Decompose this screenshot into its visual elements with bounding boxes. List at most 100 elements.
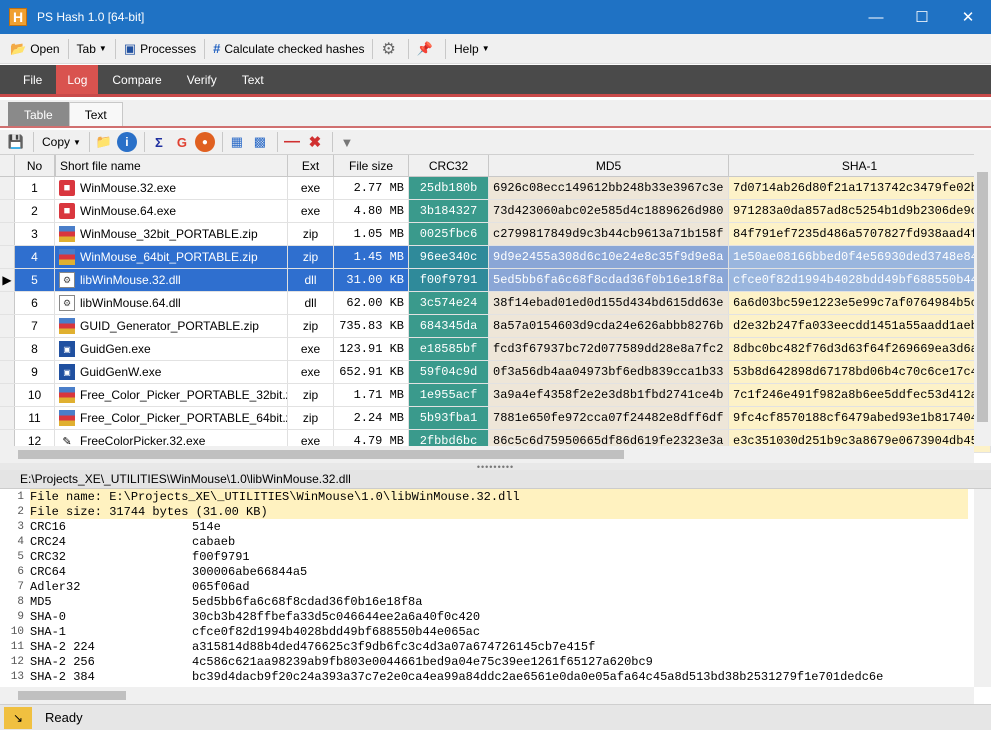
toolbar-separator: [221, 132, 223, 152]
grid-select-none-icon[interactable]: ▩: [250, 132, 270, 152]
sub-tabs: Table Text: [0, 100, 991, 128]
google-icon[interactable]: G: [172, 132, 192, 152]
cell-sha1: 1e50ae08166bbed0f4e56930ded3748e84: [729, 246, 991, 268]
exe-file-icon: ■: [59, 203, 75, 219]
table-row[interactable]: 2 ■ WinMouse.64.exe exe 4.80 MB 3b184327 …: [0, 200, 991, 223]
help-menu-button[interactable]: Help ▼: [450, 37, 494, 61]
scroll-thumb[interactable]: [977, 172, 988, 422]
line-number: 4: [17, 535, 24, 548]
table-horizontal-scrollbar[interactable]: [0, 446, 974, 463]
toolbar-separator: [372, 38, 374, 59]
tab-menu-button[interactable]: Tab ▼: [73, 37, 111, 61]
tab-text[interactable]: Text: [231, 65, 275, 94]
log-horizontal-scrollbar[interactable]: [0, 687, 974, 704]
table-row[interactable]: 9 ▣ GuidGenW.exe exe 652.91 KB 59f04c9d 0…: [0, 361, 991, 384]
calculate-label: Calculate checked hashes: [224, 41, 365, 56]
pane-splitter[interactable]: •••••••••: [0, 462, 991, 472]
tab-log[interactable]: Log: [56, 65, 99, 94]
calculate-hashes-button[interactable]: # Calculate checked hashes: [209, 37, 368, 61]
line-number: 7: [17, 580, 24, 593]
copy-menu-button[interactable]: Copy ▼: [38, 135, 85, 149]
header-short-file-name[interactable]: Short file name: [55, 155, 288, 176]
maximize-button[interactable]: ☐: [899, 0, 945, 34]
header-crc32[interactable]: CRC32: [409, 155, 489, 176]
cell-no: 8: [15, 338, 55, 360]
cell-md5: 38f14ebad01ed0d155d434bd615dd63e: [489, 292, 729, 314]
cell-sha1: 7c1f246e491f982a8b6ee5ddfec53d412a: [729, 384, 991, 406]
row-indicator: [0, 384, 15, 406]
info-icon[interactable]: i: [116, 132, 137, 152]
tab-file[interactable]: File: [12, 65, 53, 94]
cell-no: 9: [15, 361, 55, 383]
log-line: 10 SHA-1 cfce0f82d1994b4028bdd49bf688550b4…: [0, 624, 974, 639]
subtab-text[interactable]: Text: [68, 102, 123, 126]
grid-select-all-icon[interactable]: ▦: [227, 132, 247, 152]
table-row[interactable]: 11 Free_Color_Picker_PORTABLE_64bit.zip …: [0, 407, 991, 430]
cell-name: Free_Color_Picker_PORTABLE_32bit.zip: [55, 384, 288, 406]
header-file-size[interactable]: File size: [334, 155, 409, 176]
cell-name: ⚙ libWinMouse.64.dll: [55, 292, 288, 314]
close-button[interactable]: ✕: [945, 0, 991, 34]
cell-name: ▣ GuidGen.exe: [55, 338, 288, 360]
sigma-icon[interactable]: Σ: [149, 132, 169, 152]
log-value: 30cb3b428ffbefa33d5c046644ee2a6a40f0c420: [192, 609, 481, 624]
row-indicator: [0, 223, 15, 245]
processes-label: Processes: [140, 41, 197, 56]
table-row[interactable]: 3 WinMouse_32bit_PORTABLE.zip zip 1.05 M…: [0, 223, 991, 246]
header-sha1[interactable]: SHA-1: [729, 155, 991, 176]
log-key: Adler32: [30, 579, 81, 594]
log-key: CRC16: [30, 519, 67, 534]
table-row-selected[interactable]: ▶ 5 ⚙ libWinMouse.32.dll dll 31.00 KB f00…: [0, 269, 991, 292]
table-row[interactable]: 7 GUID_Generator_PORTABLE.zip zip 735.83…: [0, 315, 991, 338]
table-row-selected[interactable]: 4 WinMouse_64bit_PORTABLE.zip zip 1.45 M…: [0, 246, 991, 269]
minimize-button[interactable]: —: [853, 0, 899, 34]
subtab-table[interactable]: Table: [8, 102, 69, 126]
log-viewer[interactable]: 1 File name: E:\Projects_XE\_UTILITIES\Wi…: [0, 489, 974, 687]
tab-verify[interactable]: Verify: [176, 65, 228, 94]
header-ext[interactable]: Ext: [288, 155, 334, 176]
help-label: Help: [454, 41, 479, 56]
zip-file-icon: [59, 226, 75, 242]
scroll-thumb[interactable]: [18, 691, 126, 700]
cell-md5: 73d423060abc02e585d4c1889626d980: [489, 200, 729, 222]
log-value: 4c586c621aa98239ab9fb803e0044661bed9a04e…: [192, 654, 653, 669]
copy-label: Copy: [42, 135, 71, 149]
log-vertical-scrollbar[interactable]: [974, 489, 991, 687]
table-row[interactable]: 10 Free_Color_Picker_PORTABLE_32bit.zip …: [0, 384, 991, 407]
cell-size: 123.91 KB: [334, 338, 409, 360]
table-vertical-scrollbar[interactable]: [974, 154, 991, 446]
toolbar-separator: [88, 132, 90, 152]
filter-icon[interactable]: ▼: [337, 132, 357, 152]
log-line: 1 File name: E:\Projects_XE\_UTILITIES\Wi…: [0, 489, 974, 504]
table-row[interactable]: 1 ■ WinMouse.32.exe exe 2.77 MB 25db180b …: [0, 177, 991, 200]
open-label: Open: [30, 41, 60, 56]
tab-compare[interactable]: Compare: [101, 65, 172, 94]
pin-button[interactable]: 📌: [413, 37, 441, 61]
cell-name: ▣ GuidGenW.exe: [55, 361, 288, 383]
settings-button[interactable]: ⚙: [377, 37, 403, 61]
cell-name: ■ WinMouse.32.exe: [55, 177, 288, 199]
open-folder-icon[interactable]: 📁: [94, 132, 114, 152]
delete-icon[interactable]: ✖: [305, 132, 325, 152]
toolbar-separator: [67, 38, 69, 59]
open-button[interactable]: 📂 Open: [6, 37, 64, 61]
processes-button[interactable]: ▣ Processes: [120, 37, 200, 61]
cell-ext: zip: [288, 315, 334, 337]
resize-arrow-icon[interactable]: ↘: [4, 706, 32, 729]
log-line-text: File size: 31744 bytes (31.00 KB): [30, 505, 268, 519]
header-no[interactable]: No: [15, 155, 55, 176]
gear-icon: ⚙: [381, 40, 396, 58]
header-md5[interactable]: MD5: [489, 155, 729, 176]
save-icon[interactable]: 💾: [6, 132, 26, 152]
minus-icon[interactable]: —: [282, 132, 302, 152]
table-row[interactable]: 8 ▣ GuidGen.exe exe 123.91 KB e18585bf fc…: [0, 338, 991, 361]
duckduckgo-icon[interactable]: ●: [194, 132, 215, 152]
cell-crc32: 0025fbc6: [409, 223, 489, 245]
log-key: File size:: [30, 504, 110, 519]
scroll-thumb[interactable]: [18, 450, 624, 459]
cell-size: 1.05 MB: [334, 223, 409, 245]
table-row[interactable]: 6 ⚙ libWinMouse.64.dll dll 62.00 KB 3c574…: [0, 292, 991, 315]
app-file-icon: ▣: [59, 364, 75, 380]
log-line: 2 File size: 31744 bytes (31.00 KB): [0, 504, 974, 519]
toolbar-separator: [276, 132, 278, 152]
